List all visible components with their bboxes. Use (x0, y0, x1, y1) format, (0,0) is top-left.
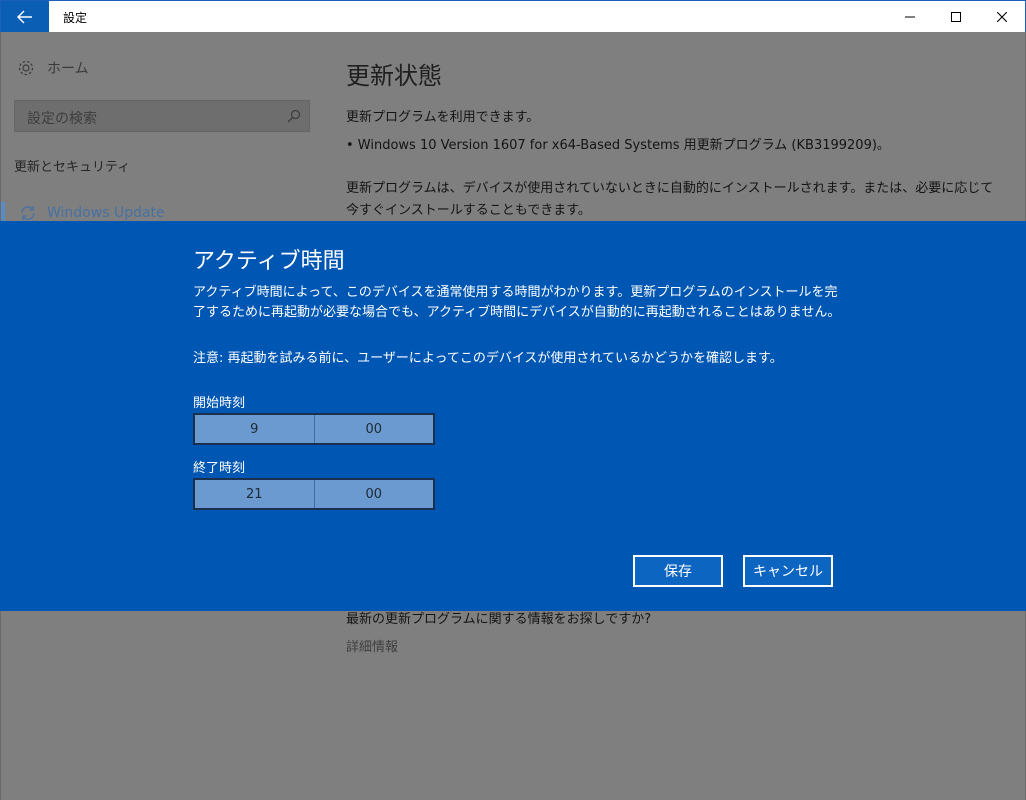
sidebar-home-label: ホーム (47, 61, 89, 77)
window-title: 設定 (63, 11, 88, 25)
update-item: • Windows 10 Version 1607 for x64-Based … (346, 138, 890, 153)
cancel-button[interactable]: キャンセル (743, 555, 833, 587)
gear-icon (18, 60, 34, 76)
sync-icon (21, 206, 35, 220)
dialog-description: アクティブ時間によって、このデバイスを通常使用する時間がわかります。更新プログラ… (193, 285, 841, 320)
close-button[interactable] (979, 1, 1025, 33)
start-hour[interactable]: 9 (195, 415, 314, 443)
start-time-picker[interactable]: 9 00 (193, 413, 435, 445)
close-icon (997, 12, 1007, 22)
end-time-picker[interactable]: 21 00 (193, 478, 435, 510)
end-hour[interactable]: 21 (195, 480, 314, 508)
dialog-title: アクティブ時間 (193, 249, 345, 274)
update-status-text: 更新プログラムを利用できます。 (346, 110, 540, 125)
sidebar-item-label: Windows Update (47, 205, 165, 221)
start-time-label: 開始時刻 (193, 396, 246, 411)
install-info-text: 更新プログラムは、デバイスが使用されていないときに自動的にインストールされます。… (346, 181, 994, 218)
title-bar: 設定 (0, 0, 1026, 33)
search-input[interactable]: 設定の検索 (14, 100, 310, 132)
minimize-icon (905, 16, 915, 18)
end-minute[interactable]: 00 (313, 480, 434, 508)
more-info-link[interactable]: 詳細情報 (346, 636, 398, 655)
save-button[interactable]: 保存 (633, 555, 723, 587)
section-heading: 更新とセキュリティ (14, 160, 131, 175)
maximize-button[interactable] (933, 1, 979, 33)
active-hours-dialog: アクティブ時間 アクティブ時間によって、このデバイスを通常使用する時間がわかりま… (0, 221, 1026, 611)
page-title: 更新状態 (346, 62, 442, 90)
search-placeholder: 設定の検索 (27, 111, 97, 127)
end-time-label: 終了時刻 (193, 461, 246, 476)
dialog-note: 注意: 再起動を試みる前に、ユーザーによってこのデバイスが使用されているかどうか… (193, 351, 783, 366)
start-minute[interactable]: 00 (313, 415, 434, 443)
back-arrow-icon (17, 10, 32, 24)
back-button[interactable] (1, 1, 49, 33)
search-icon (287, 109, 301, 123)
minimize-button[interactable] (887, 1, 933, 33)
sidebar-item-home[interactable]: ホーム (17, 58, 89, 78)
maximize-icon (951, 12, 961, 22)
